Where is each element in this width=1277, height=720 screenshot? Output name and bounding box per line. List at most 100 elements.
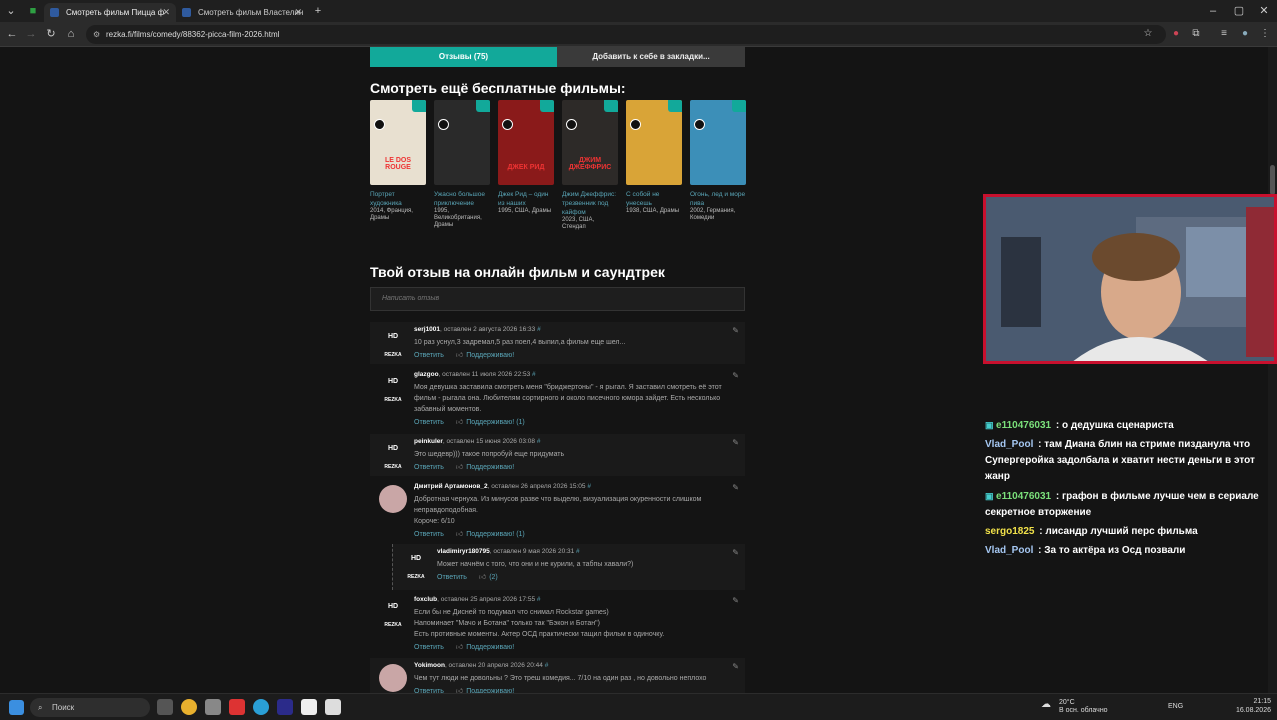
play-icon[interactable] [694, 119, 705, 130]
reply-link[interactable]: Ответить [437, 574, 467, 581]
like-link[interactable]: Поддерживаю! (1) [466, 531, 525, 538]
menu-icon[interactable]: ⋮ [1257, 26, 1273, 42]
bookmark-star-icon[interactable]: ☆ [1140, 26, 1156, 42]
username[interactable]: serj1001 [414, 326, 440, 333]
chat-username[interactable]: e110476031 [996, 420, 1051, 431]
report-icon[interactable]: ✎ [732, 662, 739, 671]
thumbs-up-icon[interactable]: 👍︎ [456, 531, 463, 538]
film-poster[interactable]: LE DOS ROUGE [370, 100, 426, 185]
film-poster[interactable] [690, 100, 746, 185]
film-poster[interactable] [434, 100, 490, 185]
rezka-avatar[interactable]: HD REZKA [379, 598, 407, 628]
comment-input[interactable]: Написать отзыв [370, 287, 745, 311]
app-icon[interactable] [205, 699, 221, 715]
report-icon[interactable]: ✎ [732, 438, 739, 447]
play-icon[interactable] [374, 119, 385, 130]
taskbar-search[interactable]: ⌕ Поиск [30, 698, 150, 717]
reload-icon[interactable]: ↻ [43, 26, 59, 42]
film-title[interactable]: Джим Джеффрис: трезвенник под кайфом [562, 190, 618, 217]
tab-pizza[interactable]: Смотреть фильм Пицца ф ✕ [44, 3, 176, 22]
reply-link[interactable]: Ответить [414, 531, 444, 538]
film-card[interactable]: ДЖЕК РИД Джек Рид – один из наших 1995, … [498, 100, 554, 215]
play-icon[interactable] [630, 119, 641, 130]
tab-list-icon[interactable]: ≡ [1216, 26, 1232, 42]
film-card[interactable]: LE DOS ROUGE Портрет художника 2014, Фра… [370, 100, 426, 222]
telegram-icon[interactable] [253, 699, 269, 715]
back-icon[interactable]: ← [4, 26, 20, 42]
chat-username[interactable]: Vlad_Pool [985, 439, 1033, 450]
report-icon[interactable]: ✎ [732, 371, 739, 380]
obs-icon[interactable] [325, 699, 341, 715]
username[interactable]: Дмитрий Артамонов_2 [414, 483, 488, 490]
rezka-avatar[interactable]: HD REZKA [379, 373, 407, 403]
thumbs-up-icon[interactable]: 👍︎ [456, 464, 463, 471]
tab-search-icon[interactable]: ⌄ [3, 3, 19, 19]
premiere-icon[interactable] [277, 699, 293, 715]
like-link[interactable]: (2) [489, 574, 498, 581]
reviews-button[interactable]: Отзывы (75) [370, 47, 557, 67]
address-bar[interactable]: ⚙ rezka.fi/films/comedy/88362-picca-film… [86, 25, 1166, 44]
username[interactable]: peinkuler [414, 438, 443, 445]
extensions-icon[interactable]: ⧉ [1188, 26, 1204, 42]
new-tab-icon[interactable]: + [310, 3, 326, 19]
tab-lotr[interactable]: Смотреть фильм Властелин ✕ [176, 3, 308, 22]
report-icon[interactable]: ✎ [732, 326, 739, 335]
username[interactable]: vladimiryr180795 [437, 548, 490, 555]
clock[interactable]: 21:15 16.08.2026 [1236, 697, 1271, 715]
film-title[interactable]: С собой не унесешь [626, 190, 682, 208]
reply-link[interactable]: Ответить [414, 352, 444, 359]
app-icon[interactable] [229, 699, 245, 715]
app-icon[interactable] [301, 699, 317, 715]
maximize-icon[interactable]: ▢ [1231, 3, 1247, 19]
username[interactable]: foxclub [414, 596, 437, 603]
thumbs-up-icon[interactable]: 👍︎ [456, 419, 463, 426]
reply-link[interactable]: Ответить [414, 419, 444, 426]
film-title[interactable]: Портрет художника [370, 190, 426, 208]
chat-username[interactable]: e110476031 [996, 491, 1051, 502]
film-poster[interactable]: ДЖЕК РИД [498, 100, 554, 185]
site-info-icon[interactable]: ⚙ [93, 25, 100, 44]
close-icon[interactable]: ✕ [162, 3, 170, 22]
film-title[interactable]: Огонь, лед и море пива [690, 190, 746, 208]
rezka-avatar[interactable]: HD REZKA [402, 550, 430, 580]
film-card[interactable]: Ужасно большое приключение 1995, Великоб… [434, 100, 490, 229]
film-poster[interactable] [626, 100, 682, 185]
username[interactable]: Yokimoon [414, 662, 445, 669]
report-icon[interactable]: ✎ [732, 596, 739, 605]
chat-username[interactable]: Vlad_Pool [985, 545, 1033, 556]
like-link[interactable]: Поддерживаю! (1) [466, 419, 525, 426]
rezka-avatar[interactable]: HD REZKA [379, 328, 407, 358]
like-link[interactable]: Поддерживаю! [466, 464, 514, 471]
username[interactable]: glazgoo [414, 371, 439, 378]
film-card[interactable]: Огонь, лед и море пива 2002, Германия, К… [690, 100, 746, 222]
rezka-avatar[interactable]: HD REZKA [379, 440, 407, 470]
bookmark-button[interactable]: Добавить к себе в закладки... [557, 47, 745, 67]
minimize-icon[interactable]: – [1205, 3, 1221, 19]
scrollbar[interactable] [1268, 47, 1277, 693]
windows-start-icon[interactable] [9, 700, 24, 715]
film-card[interactable]: С собой не унесешь 1938, США, Драмы [626, 100, 682, 215]
avatar[interactable] [379, 485, 407, 513]
film-title[interactable]: Ужасно большое приключение [434, 190, 490, 208]
profile-icon[interactable]: ● [1237, 26, 1253, 42]
chrome-icon[interactable] [181, 699, 197, 715]
thumbs-up-icon[interactable]: 👍︎ [456, 644, 463, 651]
thumbs-up-icon[interactable]: 👍︎ [456, 352, 463, 359]
close-window-icon[interactable]: ✕ [1256, 3, 1272, 19]
forward-icon[interactable]: → [23, 26, 39, 42]
chat-username[interactable]: sergo1825 [985, 526, 1034, 537]
film-poster[interactable]: ДЖИМ ДЖЕФФРИС [562, 100, 618, 185]
like-link[interactable]: Поддерживаю! [466, 352, 514, 359]
task-view-icon[interactable] [157, 699, 173, 715]
report-icon[interactable]: ✎ [732, 548, 739, 557]
reply-link[interactable]: Ответить [414, 464, 444, 471]
film-title[interactable]: Джек Рид – один из наших [498, 190, 554, 208]
report-icon[interactable]: ✎ [732, 483, 739, 492]
play-icon[interactable] [438, 119, 449, 130]
scroll-thumb[interactable] [1270, 165, 1275, 195]
play-icon[interactable] [566, 119, 577, 130]
reply-link[interactable]: Ответить [414, 644, 444, 651]
film-card[interactable]: ДЖИМ ДЖЕФФРИС Джим Джеффрис: трезвенник … [562, 100, 618, 231]
home-icon[interactable]: ⌂ [63, 26, 79, 42]
thumbs-up-icon[interactable]: 👍︎ [479, 574, 486, 581]
